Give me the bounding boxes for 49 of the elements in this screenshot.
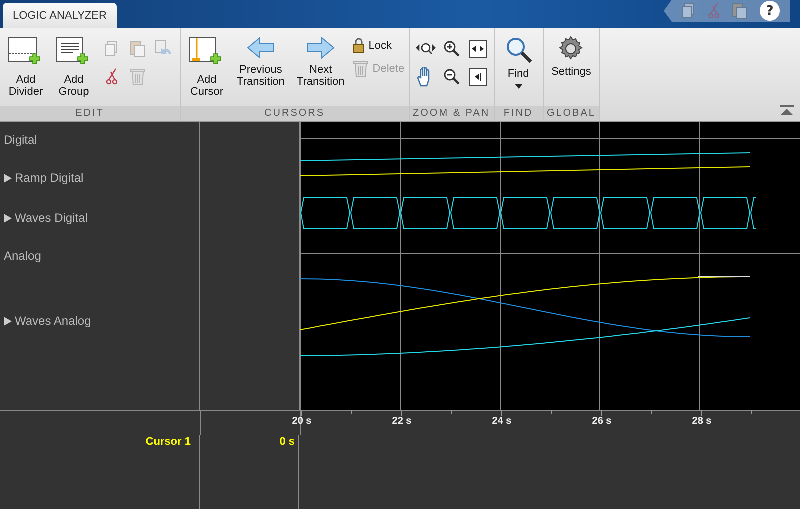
axis-tick-label: 26 s [592,416,612,427]
cut-icon [106,68,118,86]
right-arrow-icon [306,36,335,60]
search-icon [504,36,533,64]
go-to-end-icon [468,68,487,86]
expand-triangle-icon [4,174,12,182]
help-button[interactable]: ? [760,1,780,21]
toolbar-button[interactable]: Next Transition [292,36,349,88]
divider-label: Digital [4,132,38,147]
axis-tick-label: 24 s [492,416,512,427]
copy-icon [105,41,119,57]
section-title: GLOBAL [544,106,600,121]
expand-triangle-icon [4,316,12,326]
axis-tick-label: 20 s [292,416,312,427]
settings-icon [558,36,584,62]
section-title: CURSORS [181,106,409,121]
section-title: FIND [494,106,543,121]
divider-label: Analog [4,248,42,263]
toolbar-button[interactable]: Lock [352,38,405,54]
section-title: ZOOM & PAN [410,106,494,121]
zoom-in-icon [442,40,461,58]
find-dropdown[interactable]: Find [498,36,539,89]
cut-icon [708,2,720,20]
paste-icon [130,40,146,58]
delete-icon [130,68,146,86]
left-arrow-icon [246,36,275,60]
toolbar-button[interactable]: Add Divider [4,36,48,98]
delete-icon [352,60,369,78]
paste-icon [732,2,748,20]
toolbar-button[interactable]: Previous Transition [233,36,289,88]
fit-width-icon [468,40,487,58]
axis-tick-label: 22 s [392,416,412,427]
cursor-label: Cursor 1 [146,435,191,449]
copy-icon [682,3,696,19]
lock-icon [352,38,365,54]
toolbar-button[interactable]: Add Cursor [185,36,229,98]
section-title: EDIT [0,106,180,121]
signal-label[interactable]: Ramp Digital [4,171,84,185]
cursor-value: 0 s [280,435,295,449]
zoom-out-icon [442,68,461,86]
collapse-icon[interactable] [780,105,794,115]
axis-tick-label: 28 s [692,416,712,427]
caret-icon [514,84,523,89]
signal-label[interactable]: Waves Analog [4,314,92,328]
expand-triangle-icon [4,214,12,222]
toolbar-button[interactable]: Add Group [52,36,96,98]
signal-label[interactable]: Waves Digital [4,211,88,225]
app-tab[interactable]: LOGIC ANALYZER [3,3,117,28]
toolbar-button[interactable]: Settings [548,36,596,78]
